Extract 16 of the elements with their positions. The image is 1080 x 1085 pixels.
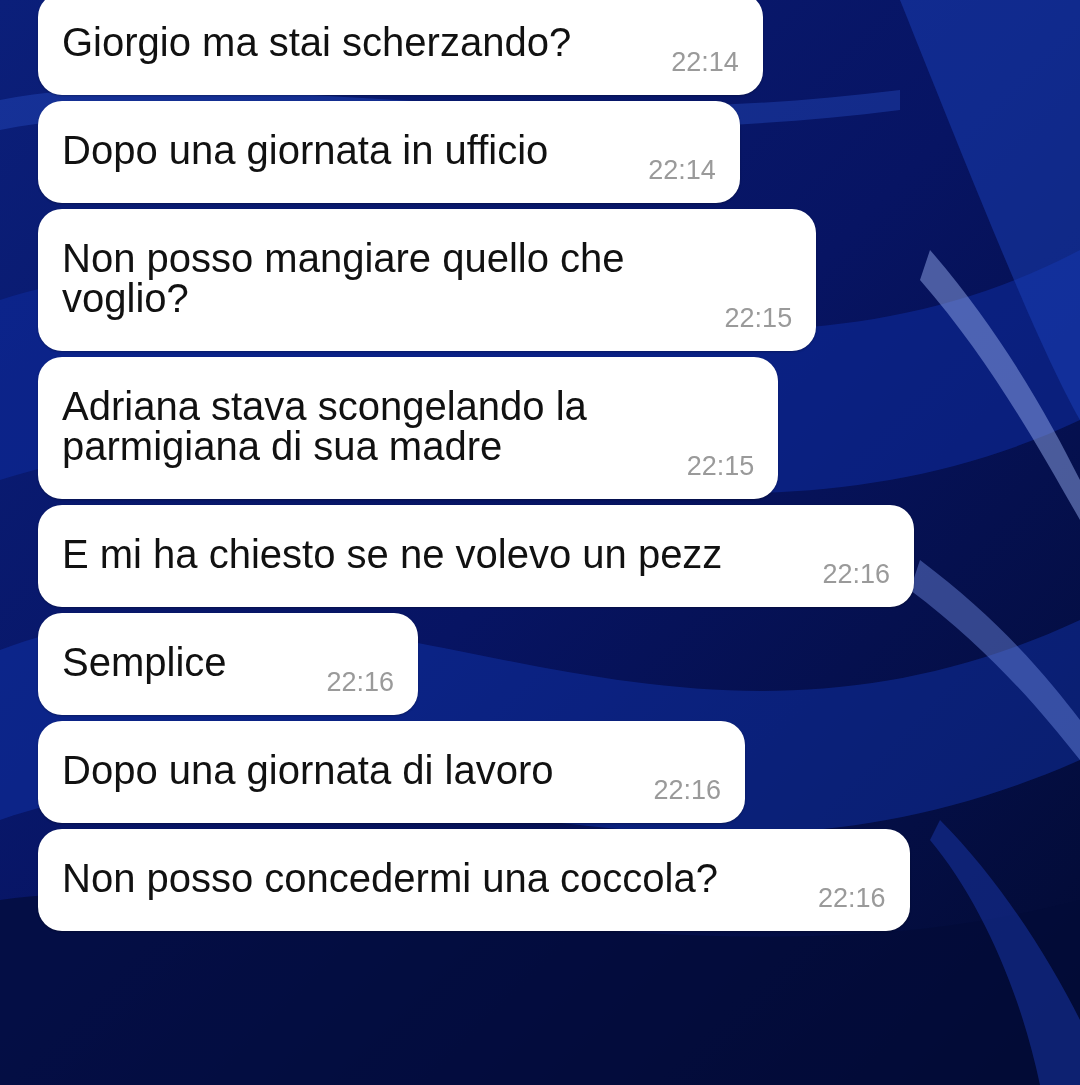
message-text: E mi ha chiesto se ne volevo un pezz — [62, 534, 723, 574]
message-text: Dopo una giornata di lavoro — [62, 750, 554, 790]
message-text: Non posso mangiare quello che voglio? — [62, 238, 625, 318]
message-text: Semplice — [62, 642, 227, 682]
message-time: 22:15 — [686, 451, 755, 481]
message-text: Dopo una giornata in ufficio — [62, 130, 549, 170]
message-time: 22:14 — [671, 47, 739, 77]
message-text: Non posso concedermi una coccola? — [62, 858, 718, 898]
message-time: 22:15 — [724, 303, 793, 333]
message-text: Adriana stava scongelando la parmigiana di sua madre — [62, 386, 587, 466]
message-text: Giorgio ma stai scherzando? — [62, 22, 572, 62]
message-time: 22:16 — [817, 883, 886, 913]
message-time: 22:16 — [822, 559, 890, 589]
message-time: 22:16 — [326, 667, 395, 697]
message-time: 22:14 — [648, 155, 716, 185]
message-time: 22:16 — [653, 775, 722, 805]
